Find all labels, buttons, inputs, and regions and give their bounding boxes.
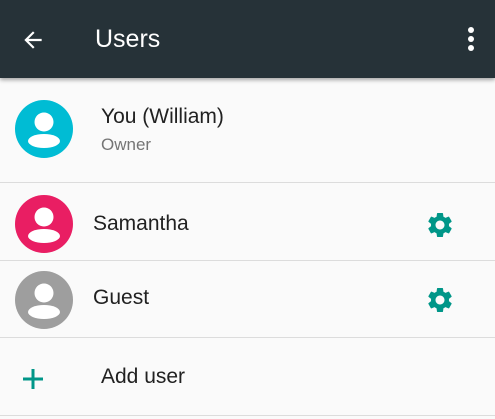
users-list: You (William) Owner Samantha Guest Add u… [0, 78, 495, 416]
gear-icon [428, 288, 452, 312]
avatar-user-icon [15, 195, 73, 253]
plus-icon [23, 369, 43, 389]
back-button[interactable] [14, 21, 52, 59]
user-name: Guest [93, 286, 150, 309]
gear-icon [428, 213, 452, 237]
avatar-user-icon [15, 100, 73, 158]
overflow-menu-button[interactable] [458, 22, 484, 56]
add-user-label: Add user [101, 365, 186, 388]
add-user-button[interactable]: Add user [0, 338, 495, 416]
avatar-user-icon [15, 271, 73, 329]
more-vert-icon [468, 27, 474, 51]
user-role: Owner [101, 135, 152, 154]
list-item-samantha[interactable]: Samantha [0, 183, 495, 261]
user-settings-button[interactable] [422, 207, 458, 243]
user-name: Samantha [93, 212, 189, 235]
user-name: You (William) [101, 104, 224, 130]
app-bar: Users [0, 0, 495, 78]
list-item-guest[interactable]: Guest [0, 261, 495, 338]
list-item-owner[interactable]: You (William) Owner [0, 78, 495, 183]
user-name-primary: You [101, 105, 137, 128]
arrow-left-icon [24, 31, 42, 49]
user-name-detail: (William) [142, 105, 224, 128]
guest-settings-button[interactable] [422, 282, 458, 318]
page-title: Users [95, 25, 161, 53]
